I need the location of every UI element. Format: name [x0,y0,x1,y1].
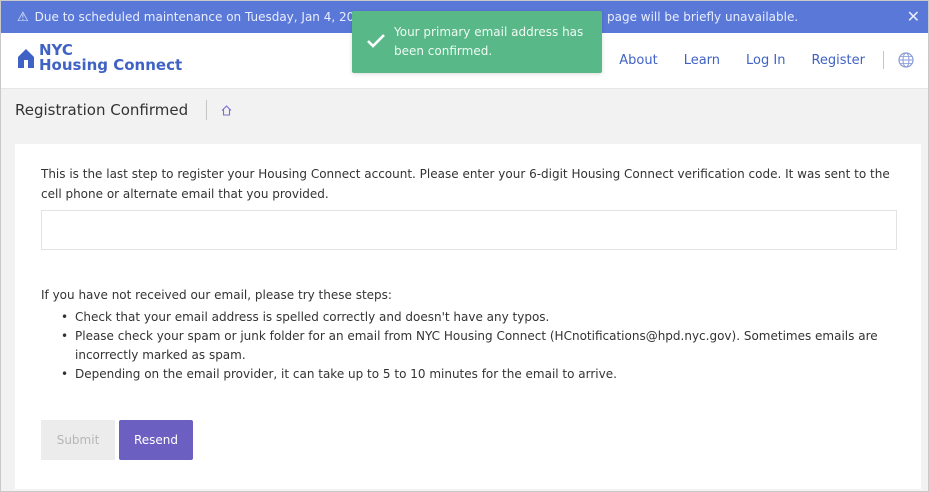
list-item: Depending on the email provider, it can … [61,365,903,384]
warning-icon: ⚠ [17,9,29,25]
nav-log-in[interactable]: Log In [746,53,785,68]
nav-about[interactable]: About [619,53,657,68]
steps-list: Check that your email address is spelled… [61,308,903,384]
browser-viewport: ⚠ Due to scheduled maintenance on Tuesda… [0,0,929,492]
verification-card: This is the last step to register your H… [15,144,921,489]
nav-register[interactable]: Register [811,53,865,68]
banner-text: Due to scheduled maintenance on Tuesday,… [34,10,355,24]
logo-line-2: Housing Connect [39,56,183,74]
globe-icon[interactable] [898,52,914,68]
success-toast: Your primary email address has been conf… [352,11,602,73]
nav-learn[interactable]: Learn [684,53,720,68]
close-icon[interactable]: ✕ [907,7,920,26]
list-item: Please check your spam or junk folder fo… [61,327,903,365]
logo-text: NYC Housing Connect [39,43,182,73]
toast-message: Your primary email address has been conf… [394,25,584,58]
main-nav: About Learn Log In Register [593,51,914,69]
page-title-bar: Registration Confirmed [1,90,928,130]
banner-text-tail: page will be briefly unavailable. [607,10,799,24]
house-logo-icon [18,49,34,68]
intro-text: This is the last step to register your H… [41,167,890,201]
checkmark-icon [367,34,385,48]
verification-code-input[interactable] [41,210,897,250]
nav-divider [883,51,884,69]
submit-button[interactable]: Submit [41,420,115,460]
home-icon[interactable] [221,104,232,116]
page-title: Registration Confirmed [15,101,189,119]
breadcrumb-divider [206,100,208,120]
list-item: Check that your email address is spelled… [61,308,903,327]
site-logo[interactable]: NYC Housing Connect [17,43,182,73]
steps-heading: If you have not received our email, plea… [41,288,392,302]
resend-button[interactable]: Resend [119,420,193,460]
